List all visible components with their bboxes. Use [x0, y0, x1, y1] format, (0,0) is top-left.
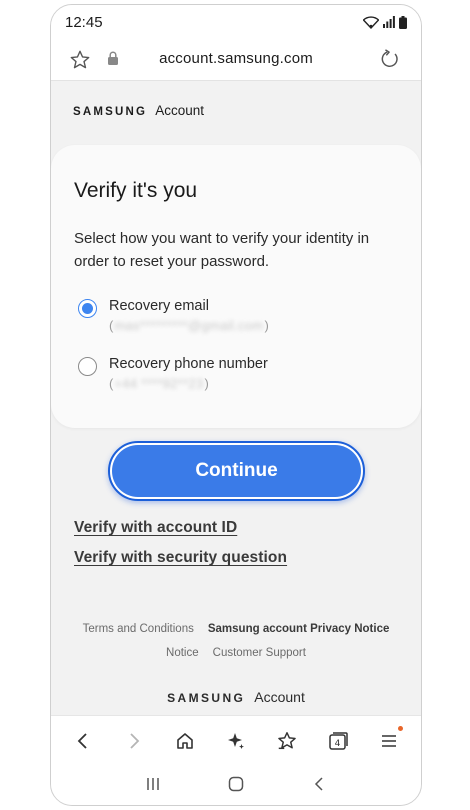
back-icon — [77, 732, 87, 749]
battery-icon — [399, 15, 407, 29]
footer-account-wordmark: Account — [254, 689, 305, 705]
forward-icon — [130, 732, 139, 749]
continue-button[interactable]: Continue — [108, 441, 365, 501]
bookmark-star-icon — [278, 731, 296, 749]
wifi-icon — [363, 15, 379, 29]
signal-icon — [383, 16, 395, 28]
samsung-wordmark: SAMSUNG — [73, 106, 148, 118]
status-bar: 12:45 — [51, 5, 421, 39]
verify-description: Select how you want to verify your ident… — [74, 230, 370, 270]
notice-link[interactable]: Notice — [166, 647, 199, 659]
tabs-button[interactable]: 4 — [318, 721, 358, 761]
footer-links: Terms and Conditions Samsung account Pri… — [51, 623, 421, 659]
recovery-email-radio[interactable] — [78, 299, 97, 318]
system-navigation-bar — [51, 765, 421, 805]
home-icon — [177, 732, 193, 749]
continue-button-label[interactable]: Continue — [112, 445, 361, 497]
sparkle-icon — [227, 732, 244, 749]
home-button[interactable] — [165, 721, 205, 761]
account-wordmark: Account — [155, 103, 204, 118]
footer-logo: SAMSUNG Account — [51, 689, 421, 705]
page-title: Verify it's you — [74, 179, 198, 202]
url-text[interactable]: account.samsung.com — [51, 50, 421, 67]
recovery-email-value: (mas*********@gmail.com) — [109, 318, 269, 333]
footer-samsung-wordmark: SAMSUNG — [167, 691, 246, 705]
recent-apps-icon — [146, 777, 159, 790]
reload-icon[interactable] — [379, 48, 401, 75]
forward-button[interactable] — [114, 721, 154, 761]
phone-frame: 12:45 account.samsung.com SAMSUNG Accoun… — [50, 4, 422, 806]
verify-card: Verify it's you Select how you want to v… — [51, 145, 421, 428]
privacy-notice-link[interactable]: Samsung account Privacy Notice — [208, 623, 390, 635]
browser-toolbar: 4 — [51, 715, 421, 765]
ai-sparkle-button[interactable] — [216, 721, 256, 761]
status-time: 12:45 — [65, 13, 103, 31]
menu-button[interactable] — [369, 721, 409, 761]
customer-support-link[interactable]: Customer Support — [213, 647, 306, 659]
home-nav-button[interactable] — [227, 775, 245, 798]
recovery-email-label: Recovery email — [109, 298, 209, 314]
option-recovery-email[interactable]: Recovery email (mas*********@gmail.com) — [78, 298, 269, 333]
menu-icon — [382, 734, 397, 747]
home-nav-icon — [228, 776, 244, 791]
verify-with-account-id-link[interactable]: Verify with account ID — [74, 519, 237, 537]
notification-dot — [398, 725, 404, 731]
page-content: SAMSUNG Account Verify it's you Select h… — [51, 81, 421, 715]
browser-address-bar: account.samsung.com — [51, 39, 421, 81]
verify-with-security-question-link[interactable]: Verify with security question — [74, 549, 287, 567]
status-icons — [363, 15, 407, 29]
recent-apps-button[interactable] — [144, 775, 162, 798]
recovery-phone-label: Recovery phone number — [109, 356, 268, 372]
tabs-icon: 4 — [329, 731, 349, 750]
back-nav-button[interactable] — [310, 775, 328, 798]
samsung-account-logo: SAMSUNG Account — [73, 103, 204, 118]
terms-link[interactable]: Terms and Conditions — [83, 623, 194, 635]
back-nav-icon — [315, 776, 323, 791]
back-button[interactable] — [63, 721, 103, 761]
recovery-phone-value: (+44 ****92**23) — [109, 376, 209, 391]
bookmarks-button[interactable] — [267, 721, 307, 761]
option-recovery-phone[interactable]: Recovery phone number (+44 ****92**23) — [78, 356, 268, 391]
recovery-phone-radio[interactable] — [78, 357, 97, 376]
tab-count: 4 — [335, 739, 341, 749]
